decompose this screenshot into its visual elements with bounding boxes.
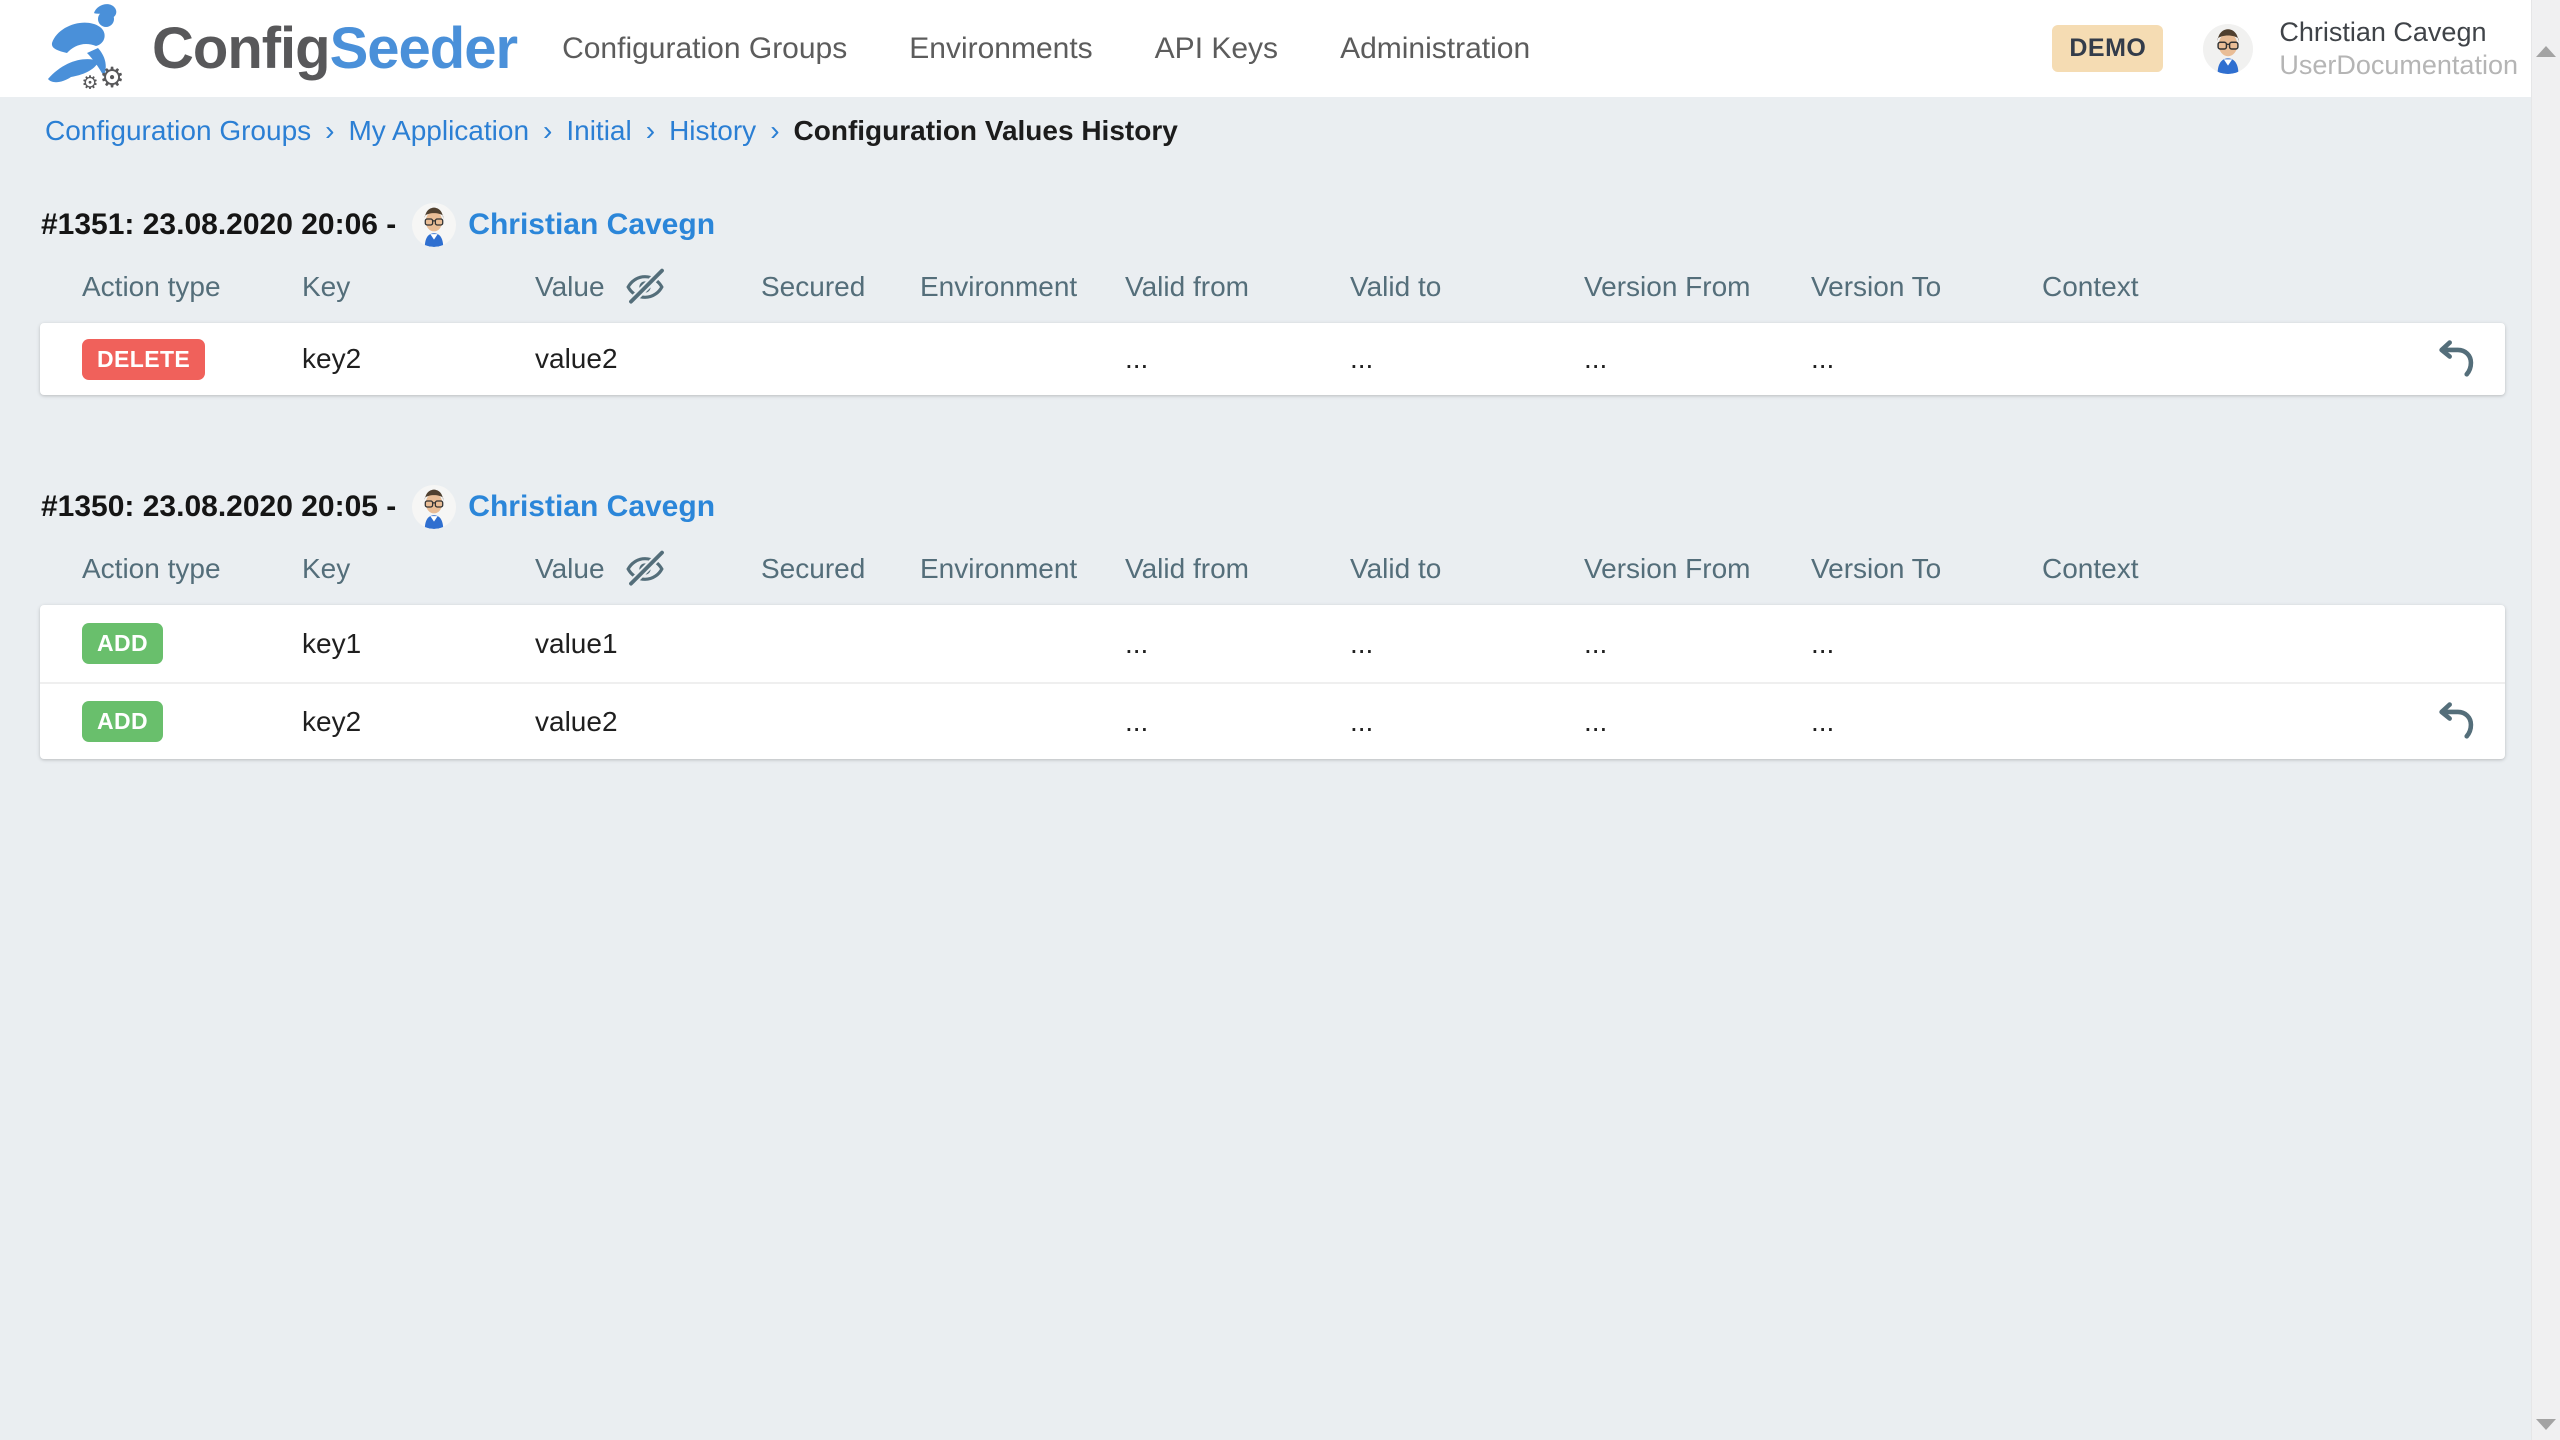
configseeder-runner-logo-icon: ⚙ ⚙ [42,3,138,94]
version-from-cell: ... [1584,343,1811,375]
top-bar: ⚙ ⚙ ConfigSeeder Configuration Groups En… [0,0,2560,97]
user-tenant: UserDocumentation [2279,49,2518,82]
changeset-heading: #1350: 23.08.2020 20:05 - Christian Cave… [41,485,2560,529]
user-avatar[interactable] [2203,24,2253,74]
valid-from-cell: ... [1125,706,1350,738]
eye-slash-icon[interactable] [625,549,665,589]
table-row: ADD key1 value1 ... ... ... ... [40,605,2505,682]
breadcrumb-my-application[interactable]: My Application [348,115,529,147]
key-cell: key2 [302,706,535,738]
version-to-cell: ... [1811,706,2042,738]
changeset-user-avatar [412,485,456,529]
undo-icon [2435,696,2479,747]
action-type-badge: ADD [82,623,163,664]
changeset-table: DELETE key2 value2 ... ... ... ... [40,323,2505,395]
col-environment: Environment [920,553,1125,585]
valid-to-cell: ... [1350,706,1584,738]
vertical-scrollbar[interactable] [2531,0,2560,1440]
breadcrumb-configuration-groups[interactable]: Configuration Groups [45,115,311,147]
user-name: Christian Cavegn [2279,16,2518,49]
table-row: ADD key2 value2 ... ... ... ... [40,682,2505,759]
version-to-cell: ... [1811,343,2042,375]
nav-configuration-groups[interactable]: Configuration Groups [562,32,847,66]
col-action-type: Action type [82,553,302,585]
col-secured: Secured [761,271,920,303]
nav-environments[interactable]: Environments [909,32,1092,66]
breadcrumb-separator-icon: › [770,115,779,147]
key-cell: key1 [302,628,535,660]
col-action-type: Action type [82,271,302,303]
col-key: Key [302,271,535,303]
demo-badge: DEMO [2052,25,2163,72]
brand-title: ConfigSeeder [152,15,517,82]
undo-icon [2435,334,2479,385]
col-version-to: Version To [1811,271,2042,303]
main-nav: Configuration Groups Environments API Ke… [562,32,1530,66]
svg-text:⚙: ⚙ [99,62,124,89]
changeset-table: ADD key1 value1 ... ... ... ... ADD key2… [40,605,2505,759]
col-valid-to: Valid to [1350,553,1584,585]
breadcrumb-separator-icon: › [646,115,655,147]
version-to-cell: ... [1811,628,2042,660]
breadcrumb-separator-icon: › [543,115,552,147]
action-type-badge: ADD [82,701,163,742]
action-type-badge: DELETE [82,339,205,380]
nav-administration[interactable]: Administration [1340,32,1530,66]
valid-to-cell: ... [1350,343,1584,375]
valid-to-cell: ... [1350,628,1584,660]
svg-text:⚙: ⚙ [81,73,98,89]
value-cell: value2 [535,343,761,375]
nav-api-keys[interactable]: API Keys [1155,32,1278,66]
col-context: Context [2042,271,2342,303]
col-version-from: Version From [1584,271,1811,303]
value-cell: value2 [535,706,761,738]
col-context: Context [2042,553,2342,585]
col-valid-to: Valid to [1350,271,1584,303]
breadcrumb-history[interactable]: History [669,115,756,147]
changeset-user-avatar [412,203,456,247]
col-environment: Environment [920,271,1125,303]
table-header: Action type Key Value Secured Environmen… [40,549,2505,587]
user-menu[interactable]: Christian Cavegn UserDocumentation [2279,16,2518,82]
valid-from-cell: ... [1125,628,1350,660]
undo-button[interactable] [2435,334,2479,385]
scroll-up-arrow-icon[interactable] [2536,46,2556,57]
col-value: Value [535,267,761,307]
col-valid-from: Valid from [1125,553,1350,585]
col-version-to: Version To [1811,553,2042,585]
col-valid-from: Valid from [1125,271,1350,303]
page-title: Configuration Values History [794,115,1178,147]
version-from-cell: ... [1584,628,1811,660]
changeset-title: #1351: 23.08.2020 20:06 - [41,208,396,242]
breadcrumb-initial[interactable]: Initial [566,115,631,147]
valid-from-cell: ... [1125,343,1350,375]
eye-slash-icon[interactable] [625,267,665,307]
col-key: Key [302,553,535,585]
changeset-user-link[interactable]: Christian Cavegn [468,208,715,242]
version-from-cell: ... [1584,706,1811,738]
table-header: Action type Key Value Secured Environmen… [40,267,2505,305]
breadcrumb: Configuration Groups › My Application › … [45,113,2560,149]
key-cell: key2 [302,343,535,375]
value-cell: value1 [535,628,761,660]
breadcrumb-separator-icon: › [325,115,334,147]
scroll-down-arrow-icon[interactable] [2536,1419,2556,1430]
table-row: DELETE key2 value2 ... ... ... ... [40,323,2505,395]
undo-button[interactable] [2435,696,2479,747]
changeset-user-link[interactable]: Christian Cavegn [468,490,715,524]
changeset-heading: #1351: 23.08.2020 20:06 - Christian Cave… [41,203,2560,247]
col-secured: Secured [761,553,920,585]
brand-logo[interactable]: ⚙ ⚙ ConfigSeeder [42,3,517,94]
changeset-title: #1350: 23.08.2020 20:05 - [41,490,396,524]
col-value: Value [535,549,761,589]
top-right-area: DEMO Christian Cavegn UserDocumentation [2052,16,2518,82]
col-version-from: Version From [1584,553,1811,585]
